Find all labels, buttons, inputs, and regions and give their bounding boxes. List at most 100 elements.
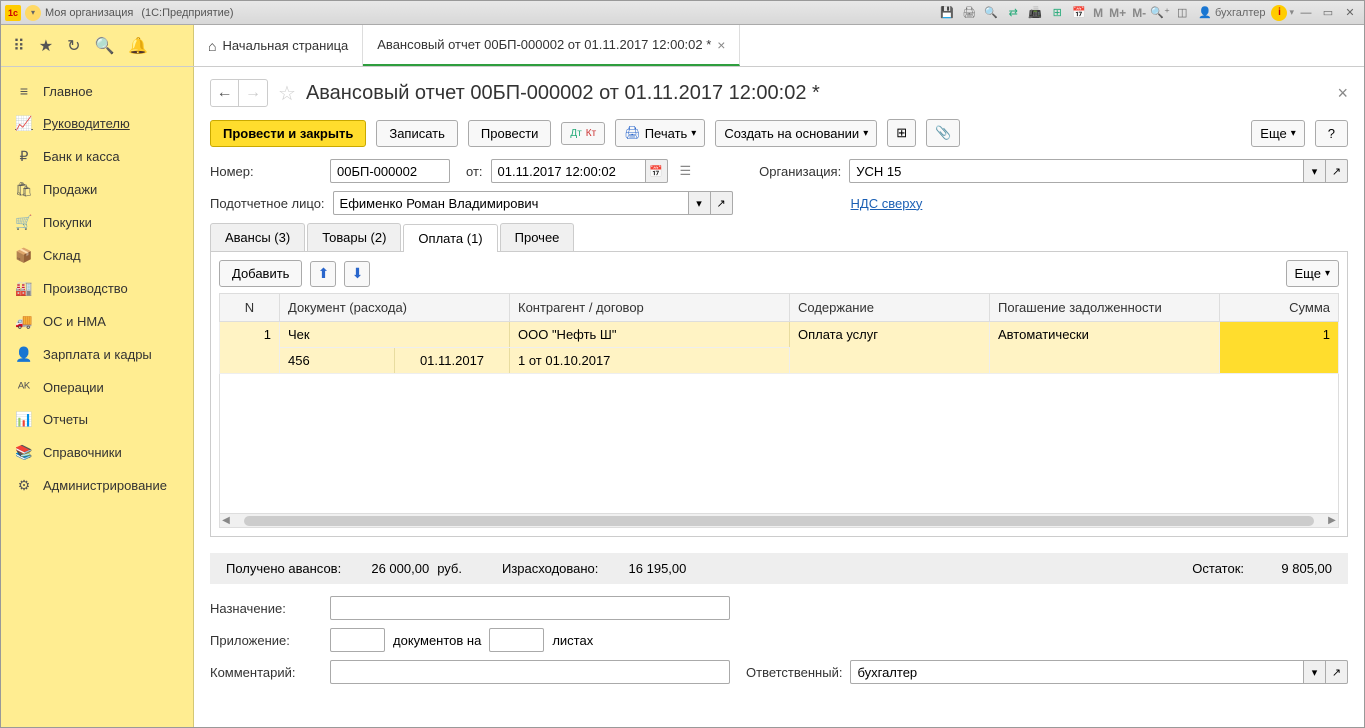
close-button[interactable]: ✕ bbox=[1340, 4, 1360, 22]
app-name: (1С:Предприятие) bbox=[141, 7, 233, 19]
add-row-button[interactable]: Добавить bbox=[219, 260, 302, 287]
horizontal-scrollbar[interactable]: ◀▶ bbox=[219, 514, 1339, 528]
memory-mplus[interactable]: M+ bbox=[1107, 4, 1128, 22]
quick-toolbar: ⠿ ★ ↻ 🔍 🔔 bbox=[1, 25, 194, 66]
sidebar-item-purchases[interactable]: 🛒Покупки bbox=[1, 206, 193, 239]
sidebar-item-salary[interactable]: 👤Зарплата и кадры bbox=[1, 338, 193, 371]
date-input[interactable] bbox=[491, 159, 646, 183]
move-up-button[interactable]: ⬆ bbox=[310, 261, 336, 287]
attach-button[interactable]: 📎 bbox=[926, 119, 960, 147]
gear-icon: ⚙ bbox=[15, 477, 33, 494]
apps-icon[interactable]: ⠿ bbox=[13, 36, 25, 56]
app-menu-dropdown[interactable]: ▾ bbox=[25, 5, 41, 21]
col-doc[interactable]: Документ (расхода) bbox=[280, 294, 510, 322]
calendar-icon[interactable]: 📅 bbox=[1069, 4, 1089, 22]
user-label[interactable]: 👤 бухгалтер bbox=[1194, 6, 1269, 19]
itab-other[interactable]: Прочее bbox=[500, 223, 575, 251]
nav-forward-button[interactable]: → bbox=[239, 80, 267, 106]
minimize-button[interactable]: — bbox=[1296, 4, 1316, 22]
move-down-button[interactable]: ⬇ bbox=[344, 261, 370, 287]
cell-contractor[interactable]: ООО "Нефть Ш" bbox=[510, 322, 790, 348]
resp-open-icon[interactable]: ↗ bbox=[1326, 660, 1348, 684]
tab-doc[interactable]: Авансовый отчет 00БП-000002 от 01.11.201… bbox=[363, 25, 740, 66]
app-logo-icon: 1c bbox=[5, 5, 21, 21]
memory-m[interactable]: M bbox=[1091, 4, 1105, 22]
number-input[interactable] bbox=[330, 159, 450, 183]
memory-mminus[interactable]: M- bbox=[1130, 4, 1148, 22]
preview-icon[interactable]: 🔍 bbox=[981, 4, 1001, 22]
col-sum[interactable]: Сумма bbox=[1220, 294, 1339, 322]
write-button[interactable]: Записать bbox=[376, 120, 458, 147]
number-label: Номер: bbox=[210, 164, 322, 179]
dtkt-button[interactable]: ДтКт bbox=[561, 122, 605, 145]
sidebar-item-sales[interactable]: 🛍Продажи bbox=[1, 173, 193, 206]
posted-icon: ☰ bbox=[680, 163, 692, 179]
col-contractor[interactable]: Контрагент / договор bbox=[510, 294, 790, 322]
itab-goods[interactable]: Товары (2) bbox=[307, 223, 401, 251]
att-docs-input[interactable] bbox=[330, 628, 385, 652]
resp-dropdown-icon[interactable]: ▾ bbox=[1304, 660, 1326, 684]
col-content[interactable]: Содержание bbox=[790, 294, 990, 322]
sidebar-item-catalogs[interactable]: 📚Справочники bbox=[1, 436, 193, 469]
nav-back-button[interactable]: ← bbox=[211, 80, 239, 106]
cell-debt[interactable]: Автоматически bbox=[990, 322, 1220, 374]
person-input[interactable] bbox=[333, 191, 689, 215]
org-input[interactable] bbox=[849, 159, 1304, 183]
sidebar-item-production[interactable]: 🏭Производство bbox=[1, 272, 193, 305]
panels-icon[interactable]: ◫ bbox=[1172, 4, 1192, 22]
cell-sum[interactable]: 1 bbox=[1220, 322, 1339, 374]
itab-advances[interactable]: Авансы (3) bbox=[210, 223, 305, 251]
tab-close-icon[interactable]: × bbox=[717, 37, 725, 53]
cell-contract[interactable]: 1 от 01.10.2017 bbox=[510, 348, 790, 374]
itab-payment[interactable]: Оплата (1) bbox=[403, 224, 497, 252]
more-button[interactable]: Еще ▾ bbox=[1251, 120, 1304, 147]
post-and-close-button[interactable]: Провести и закрыть bbox=[210, 120, 366, 147]
responsible-input[interactable] bbox=[850, 660, 1304, 684]
col-n[interactable]: N bbox=[220, 294, 280, 322]
col-debt[interactable]: Погашение задолженности bbox=[990, 294, 1220, 322]
search-icon[interactable]: 🔍 bbox=[94, 36, 114, 56]
att-sheets-input[interactable] bbox=[489, 628, 544, 652]
sidebar-item-operations[interactable]: ᴬᴷОперации bbox=[1, 371, 193, 403]
person-dropdown-icon[interactable]: ▾ bbox=[689, 191, 711, 215]
comment-input[interactable] bbox=[330, 660, 730, 684]
favorite-icon[interactable]: ★ bbox=[39, 36, 53, 56]
cell-doc-numdate[interactable]: 456 01.11.2017 bbox=[280, 348, 510, 374]
calc-icon[interactable]: ⊞ bbox=[1047, 4, 1067, 22]
sidebar-item-warehouse[interactable]: 📦Склад bbox=[1, 239, 193, 272]
nds-link[interactable]: НДС сверху bbox=[851, 196, 923, 211]
print-icon[interactable]: 🖨 bbox=[959, 4, 979, 22]
sidebar-item-manager[interactable]: 📈Руководителю bbox=[1, 107, 193, 140]
table-more-button[interactable]: Еще ▾ bbox=[1286, 260, 1339, 287]
bell-icon[interactable]: 🔔 bbox=[128, 36, 148, 56]
sidebar-item-reports[interactable]: 📊Отчеты bbox=[1, 403, 193, 436]
table-row[interactable]: 1 Чек ООО "Нефть Ш" Оплата услуг Автомат… bbox=[220, 322, 1339, 348]
operations-icon: ᴬᴷ bbox=[15, 379, 33, 395]
org-dropdown-icon[interactable]: ▾ bbox=[1304, 159, 1326, 183]
sidebar-item-bank[interactable]: ₽Банк и касса bbox=[1, 140, 193, 173]
sidebar-item-admin[interactable]: ⚙Администрирование bbox=[1, 469, 193, 502]
calendar-picker-icon[interactable]: 📅 bbox=[646, 159, 668, 183]
close-doc-button[interactable]: × bbox=[1337, 83, 1348, 104]
history-icon[interactable]: ↻ bbox=[67, 36, 80, 56]
sidebar-item-main[interactable]: ≡Главное bbox=[1, 75, 193, 107]
sidebar-item-assets[interactable]: 🚚ОС и НМА bbox=[1, 305, 193, 338]
print-button[interactable]: 🖨 Печать ▾ bbox=[615, 119, 705, 147]
structure-button[interactable]: ⊞ bbox=[887, 119, 916, 147]
cell-doc-type[interactable]: Чек bbox=[280, 322, 510, 348]
purpose-input[interactable] bbox=[330, 596, 730, 620]
zoom-icon[interactable]: 🔍⁺ bbox=[1150, 4, 1170, 22]
compare-icon[interactable]: ⇄ bbox=[1003, 4, 1023, 22]
post-button[interactable]: Провести bbox=[468, 120, 552, 147]
cell-content[interactable]: Оплата услуг bbox=[790, 322, 990, 374]
favorite-star-icon[interactable]: ☆ bbox=[278, 81, 296, 106]
person-open-icon[interactable]: ↗ bbox=[711, 191, 733, 215]
save-icon[interactable]: 💾 bbox=[937, 4, 957, 22]
tab-home[interactable]: ⌂ Начальная страница bbox=[194, 25, 363, 66]
help-button[interactable]: ? bbox=[1315, 120, 1348, 147]
maximize-button[interactable]: ▭ bbox=[1318, 4, 1338, 22]
info-icon[interactable]: i bbox=[1271, 5, 1287, 21]
org-open-icon[interactable]: ↗ bbox=[1326, 159, 1348, 183]
printer2-icon[interactable]: 📠 bbox=[1025, 4, 1045, 22]
create-based-button[interactable]: Создать на основании ▾ bbox=[715, 120, 877, 147]
